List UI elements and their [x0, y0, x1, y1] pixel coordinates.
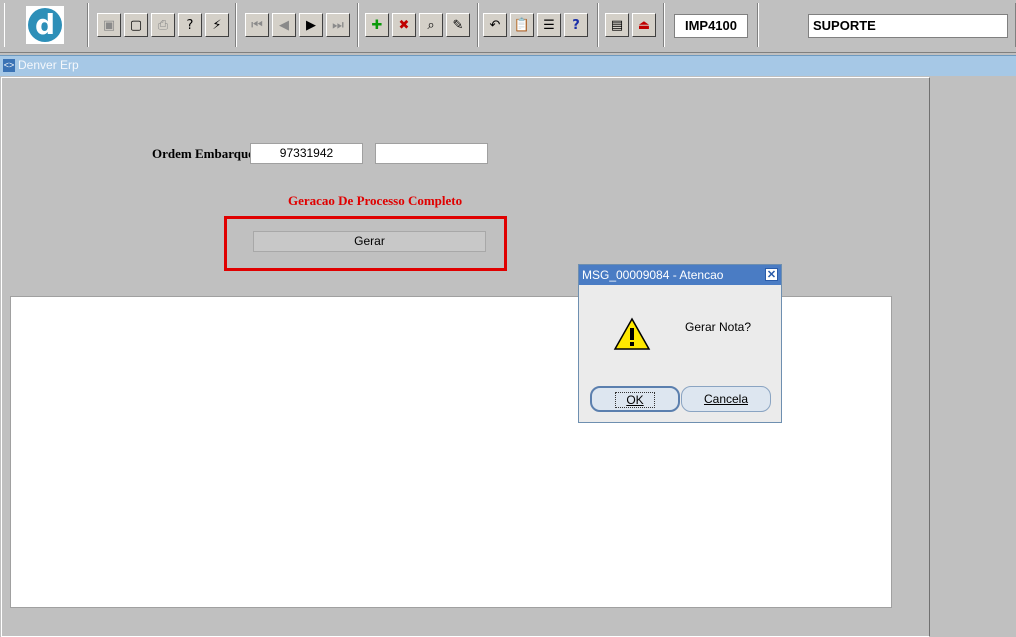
- cancel-button[interactable]: Cancela: [681, 386, 771, 412]
- edit-icon[interactable]: ✎: [446, 13, 470, 37]
- logo-icon: d: [28, 8, 62, 42]
- first-record-icon[interactable]: ⏮: [245, 13, 269, 37]
- insert-record-icon[interactable]: ✚: [365, 13, 389, 37]
- clipboard-icon[interactable]: 📋: [510, 13, 534, 37]
- user-field: SUPORTE: [808, 14, 1008, 38]
- last-record-icon[interactable]: ⏭: [326, 13, 350, 37]
- app-logo: d: [26, 6, 64, 44]
- ordem-description-input[interactable]: [375, 143, 488, 164]
- previous-record-icon[interactable]: ◀: [272, 13, 296, 37]
- module-code-field: IMP4100: [674, 14, 748, 38]
- ok-button[interactable]: OK: [590, 386, 680, 412]
- close-icon[interactable]: ✕: [765, 268, 778, 281]
- ordem-embarque-label: Ordem Embarque: [152, 146, 254, 161]
- alert-dialog: MSG_00009084 - Atencao ✕ Gerar Nota? OK …: [578, 264, 782, 423]
- ok-button-label: OK: [615, 392, 655, 408]
- window-title-bar: <> Denver Erp: [0, 55, 1016, 76]
- window-title: Denver Erp: [18, 58, 79, 72]
- ordem-embarque-input[interactable]: 97331942: [250, 143, 363, 164]
- cancel-button-label: Cancela: [703, 392, 749, 406]
- gerar-button[interactable]: Gerar: [253, 231, 486, 252]
- delete-record-icon[interactable]: ✖: [392, 13, 416, 37]
- undo-icon[interactable]: ↶: [483, 13, 507, 37]
- process-title: Geracao De Processo Completo: [288, 193, 463, 208]
- dialog-message: Gerar Nota?: [685, 320, 752, 334]
- query-icon[interactable]: ?: [178, 13, 202, 37]
- warning-icon: [613, 317, 651, 354]
- search-record-icon[interactable]: ⌕: [419, 13, 443, 37]
- save-icon[interactable]: ▣: [97, 13, 121, 37]
- list-icon[interactable]: ☰: [537, 13, 561, 37]
- print-icon[interactable]: ⎙: [151, 13, 175, 37]
- main-toolbar: d ▣ ▢ ⎙? ⚡ ⏮ ◀ ▶ ⏭ ✚ ✖ ⌕ ✎ ↶ 📋 ☰? ▤ ⏏ IMP4100 SUPORTE: [0, 0, 1016, 53]
- menu-icon[interactable]: ▤: [605, 13, 629, 37]
- dialog-title: MSG_00009084 - Atencao: [579, 265, 781, 285]
- help-icon[interactable]: ?: [564, 13, 588, 37]
- exit-icon[interactable]: ⏏: [632, 13, 656, 37]
- next-record-icon[interactable]: ▶: [299, 13, 323, 37]
- window-icon[interactable]: ▢: [124, 13, 148, 37]
- window-icon: <>: [3, 59, 15, 72]
- execute-query-icon[interactable]: ⚡: [205, 13, 229, 37]
